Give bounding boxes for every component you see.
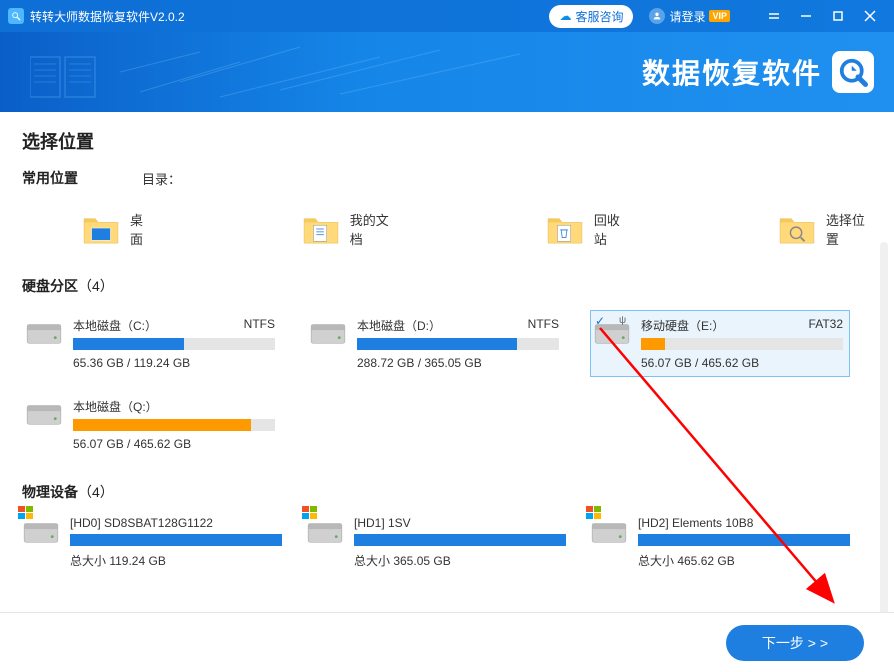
partition-fs: NTFS: [244, 317, 275, 334]
partition-label: 本地磁盘（D:）: [357, 317, 441, 334]
location-item-browse[interactable]: 选择位置: [778, 210, 872, 248]
partition-usage: 65.36 GB / 119.24 GB: [73, 356, 275, 370]
check-icon: ✓: [595, 315, 607, 327]
partition-label: 移动硬盘（E:）: [641, 317, 724, 334]
physical-bar: [638, 534, 850, 546]
usb-icon: ψ: [619, 315, 626, 326]
partitions-grid: 本地磁盘（C:） NTFS 65.36 GB / 119.24 GB 本地磁盘（D…: [22, 310, 872, 458]
scrollbar[interactable]: [880, 242, 888, 672]
close-button[interactable]: [854, 0, 886, 32]
partition-item[interactable]: 本地磁盘（C:） NTFS 65.36 GB / 119.24 GB: [22, 310, 282, 377]
usage-bar: [641, 338, 843, 350]
partition-usage: 288.72 GB / 365.05 GB: [357, 356, 559, 370]
login-button[interactable]: 请登录 VIP: [641, 5, 738, 28]
vip-badge: VIP: [709, 10, 730, 22]
location-label: 桌面: [130, 210, 152, 248]
location-item-documents[interactable]: 我的文档: [302, 210, 396, 248]
maximize-button[interactable]: [822, 0, 854, 32]
banner-title: 数据恢复软件: [642, 52, 822, 92]
app-title: 转转大师数据恢复软件V2.0.2: [30, 8, 185, 25]
physical-size: 总大小 465.62 GB: [638, 552, 850, 569]
partition-item[interactable]: ✓ ψ 移动硬盘（E:） FAT32 56.07 GB / 465.62 GB: [590, 310, 850, 377]
physical-bar: [354, 534, 566, 546]
physical-header: 物理设备（4）: [22, 482, 872, 502]
usage-bar: [73, 419, 275, 431]
location-item-desktop[interactable]: 桌面: [82, 210, 152, 248]
physical-name: [HD1] 1SV: [354, 516, 566, 530]
partitions-header: 硬盘分区（4）: [22, 276, 872, 296]
partition-item[interactable]: 本地磁盘（D:） NTFS 288.72 GB / 365.05 GB: [306, 310, 566, 377]
physical-device-item[interactable]: [HD1] 1SV 总大小 365.05 GB: [306, 516, 566, 569]
physical-size: 总大小 119.24 GB: [70, 552, 282, 569]
physical-disk-icon: [590, 516, 628, 546]
physical-name: [HD0] SD8SBAT128G1122: [70, 516, 282, 530]
physical-name: [HD2] Elements 10B8: [638, 516, 850, 530]
partition-label: 本地磁盘（C:）: [73, 317, 157, 334]
physical-bar: [70, 534, 282, 546]
windows-flag-icon: [18, 506, 34, 520]
support-icon: ☁: [559, 9, 571, 23]
page-title: 选择位置: [22, 128, 872, 154]
banner-lines-icon: [120, 42, 520, 102]
physical-size: 总大小 365.05 GB: [354, 552, 566, 569]
location-item-recycle[interactable]: 回收站: [546, 210, 628, 248]
physical-device-item[interactable]: [HD2] Elements 10B8 总大小 465.62 GB: [590, 516, 850, 569]
directory-label: 目录：: [142, 169, 181, 188]
partition-item[interactable]: 本地磁盘（Q:） 56.07 GB / 465.62 GB: [22, 391, 282, 458]
footer: 下一步 > >: [0, 612, 894, 672]
recycle-icon: [546, 213, 584, 245]
partition-fs: NTFS: [528, 317, 559, 334]
banner-logo-icon: [832, 51, 874, 93]
minimize-button[interactable]: [790, 0, 822, 32]
partition-usage: 56.07 GB / 465.62 GB: [641, 356, 843, 370]
app-logo: [8, 8, 24, 24]
window-controls: [758, 0, 886, 32]
locations-grid: 桌面 我的文档 回收站 选择位置: [22, 210, 872, 248]
user-icon: [649, 8, 665, 24]
location-label: 回收站: [594, 210, 628, 248]
location-label: 选择位置: [826, 210, 872, 248]
banner: 数据恢复软件: [0, 32, 894, 112]
partition-label: 本地磁盘（Q:）: [73, 398, 158, 415]
titlebar: 转转大师数据恢复软件V2.0.2 ☁ 客服咨询 请登录 VIP: [0, 0, 894, 32]
partition-fs: FAT32: [809, 317, 843, 334]
main-content: 选择位置 常用位置 目录： 桌面 我的文档 回收站 选择位置 硬盘分区（4）: [0, 112, 894, 585]
desktop-icon: [82, 213, 120, 245]
window-menu-button[interactable]: [758, 0, 790, 32]
disk-icon: [25, 317, 63, 347]
disk-icon: [25, 398, 63, 428]
customer-support-button[interactable]: ☁ 客服咨询: [549, 5, 633, 28]
usage-bar: [357, 338, 559, 350]
documents-icon: [302, 213, 340, 245]
physical-disk-icon: [306, 516, 344, 546]
browse-icon: [778, 213, 816, 245]
physical-grid: [HD0] SD8SBAT128G1122 总大小 119.24 GB [HD1…: [22, 516, 872, 569]
next-button[interactable]: 下一步 > >: [726, 625, 864, 661]
physical-device-item[interactable]: [HD0] SD8SBAT128G1122 总大小 119.24 GB: [22, 516, 282, 569]
login-label: 请登录: [669, 8, 705, 25]
usage-bar: [73, 338, 275, 350]
location-label: 我的文档: [350, 210, 396, 248]
physical-disk-icon: [22, 516, 60, 546]
windows-flag-icon: [302, 506, 318, 520]
partition-usage: 56.07 GB / 465.62 GB: [73, 437, 275, 451]
common-locations-label: 常用位置: [22, 168, 142, 188]
windows-flag-icon: [586, 506, 602, 520]
disk-icon: [309, 317, 347, 347]
banner-decoration-icon: [30, 52, 100, 102]
support-label: 客服咨询: [575, 8, 623, 25]
